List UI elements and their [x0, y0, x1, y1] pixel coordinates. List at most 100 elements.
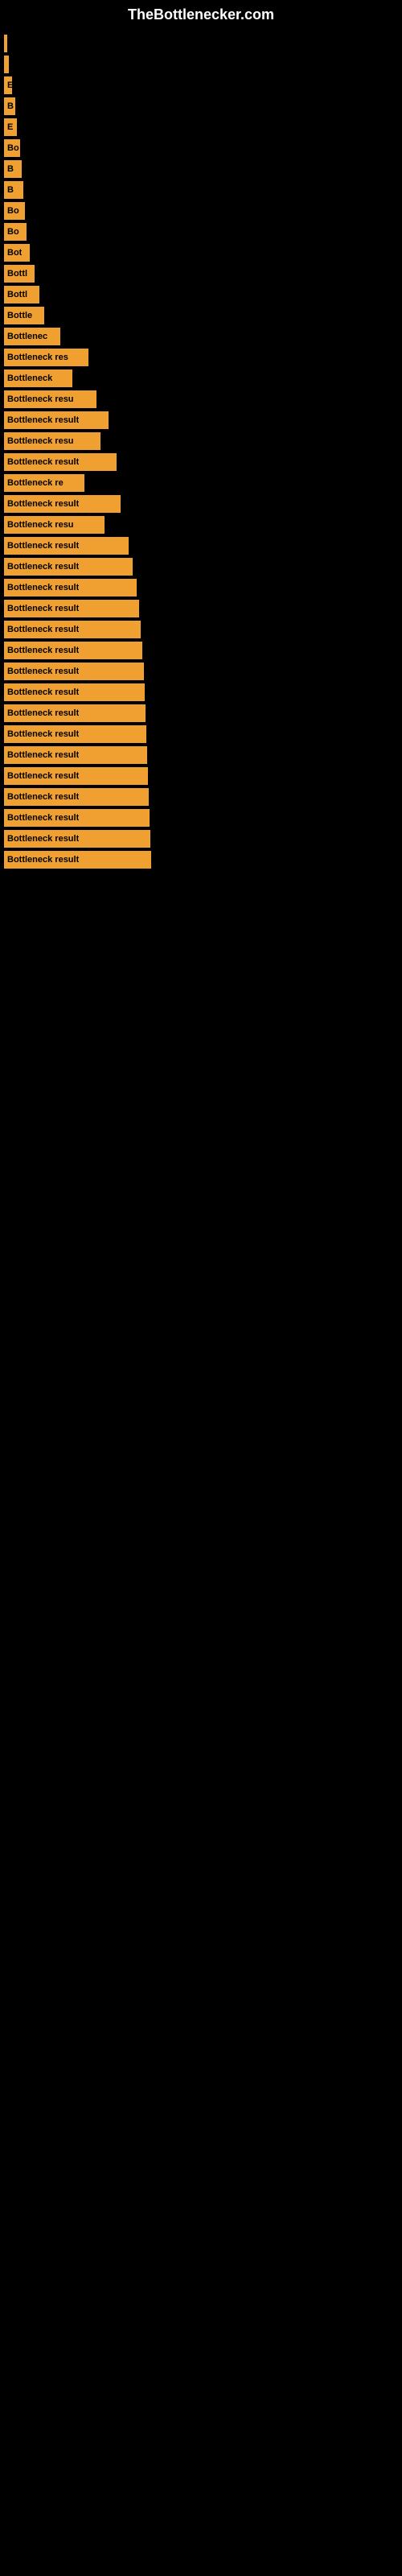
bar-label: Bottleneck result: [7, 687, 79, 697]
bar: Bottle: [4, 307, 44, 324]
bar-row: Bottleneck result: [4, 600, 402, 617]
bar: Bo: [4, 223, 27, 241]
bar: Bottleneck result: [4, 683, 145, 701]
bar-label: Bottleneck result: [7, 750, 79, 760]
bar-label: Bottleneck res: [7, 353, 68, 362]
bar-row: E: [4, 76, 402, 94]
bar-row: Bottleneck result: [4, 453, 402, 471]
bar-row: Bottlenec: [4, 328, 402, 345]
bar-label: Bottleneck result: [7, 499, 79, 509]
bar: E: [4, 76, 12, 94]
bar-row: E: [4, 118, 402, 136]
bar: Bottl: [4, 286, 39, 303]
bar-label: Bottleneck result: [7, 771, 79, 781]
bar-row: Bottl: [4, 286, 402, 303]
bar: Bottleneck result: [4, 579, 137, 597]
bar-label: Bottleneck result: [7, 583, 79, 592]
bar-label: Bo: [7, 227, 19, 237]
bar: E: [4, 118, 17, 136]
bar-row: Bottleneck: [4, 369, 402, 387]
bar-label: Bottleneck resu: [7, 520, 74, 530]
bar: Bottleneck result: [4, 537, 129, 555]
bar: [4, 56, 9, 73]
bar-row: Bottleneck result: [4, 558, 402, 576]
bar-label: Bottleneck result: [7, 604, 79, 613]
bar: Bo: [4, 202, 25, 220]
bar: Bottleneck result: [4, 809, 150, 827]
bar-label: Bottleneck: [7, 374, 52, 383]
bar-row: Bottleneck resu: [4, 516, 402, 534]
bar: Bottleneck result: [4, 453, 117, 471]
bar-row: Bottleneck resu: [4, 432, 402, 450]
bar-row: [4, 56, 402, 73]
bar-row: Bottle: [4, 307, 402, 324]
bar: B: [4, 181, 23, 199]
bar-row: Bottleneck result: [4, 621, 402, 638]
bar: Bottleneck result: [4, 411, 109, 429]
bar: Bo: [4, 139, 20, 157]
bar: Bottleneck result: [4, 600, 139, 617]
bar-row: Bottleneck result: [4, 495, 402, 513]
bar: Bottleneck re: [4, 474, 84, 492]
bar-row: B: [4, 97, 402, 115]
bar-row: Bottleneck result: [4, 725, 402, 743]
site-title: TheBottlenecker.com: [0, 0, 402, 27]
bar-label: Bottl: [7, 290, 27, 299]
bar-row: Bottleneck result: [4, 642, 402, 659]
bar-row: Bottl: [4, 265, 402, 283]
bar: Bot: [4, 244, 30, 262]
bar-row: Bottleneck re: [4, 474, 402, 492]
bar: Bottleneck resu: [4, 390, 96, 408]
bar-row: Bottleneck result: [4, 704, 402, 722]
bar-label: B: [7, 101, 14, 111]
bar-label: E: [7, 80, 12, 90]
bar-label: B: [7, 185, 14, 195]
bar: Bottleneck result: [4, 851, 151, 869]
bar-label: Bottlenec: [7, 332, 47, 341]
bar: Bottlenec: [4, 328, 60, 345]
bar: Bottleneck result: [4, 830, 150, 848]
bar-row: Bottleneck result: [4, 579, 402, 597]
bar-label: Bottleneck result: [7, 541, 79, 551]
bar-label: Bottleneck result: [7, 625, 79, 634]
bar-label: Bottleneck resu: [7, 436, 74, 446]
bar-row: Bo: [4, 139, 402, 157]
bar-label: Bot: [7, 248, 22, 258]
bar: Bottleneck res: [4, 349, 88, 366]
bar-row: B: [4, 181, 402, 199]
bar: Bottleneck result: [4, 558, 133, 576]
bar-label: Bottleneck result: [7, 813, 79, 823]
bar: Bottleneck resu: [4, 516, 105, 534]
bar-label: Bottleneck result: [7, 457, 79, 467]
bar-row: Bottleneck result: [4, 663, 402, 680]
bar-row: Bottleneck result: [4, 683, 402, 701]
bar-row: Bottleneck result: [4, 851, 402, 869]
bar-row: Bottleneck result: [4, 411, 402, 429]
bar-label: Bottleneck result: [7, 855, 79, 865]
bar: Bottleneck result: [4, 746, 147, 764]
bar: Bottleneck result: [4, 621, 141, 638]
bar-row: Bottleneck result: [4, 767, 402, 785]
bar-row: B: [4, 160, 402, 178]
bar-row: Bottleneck result: [4, 537, 402, 555]
bar: Bottleneck result: [4, 725, 146, 743]
bar-label: Bottleneck result: [7, 667, 79, 676]
bar: B: [4, 97, 15, 115]
bar-row: Bottleneck result: [4, 788, 402, 806]
bars-container: EBEBoBBBoBoBotBottlBottlBottleBottlenecB…: [0, 27, 402, 869]
bar: Bottleneck resu: [4, 432, 100, 450]
bar: Bottl: [4, 265, 35, 283]
bar-label: Bottleneck resu: [7, 394, 74, 404]
bar-label: Bottle: [7, 311, 32, 320]
bar-label: Bo: [7, 206, 19, 216]
bar-label: Bo: [7, 143, 19, 153]
bar-row: Bottleneck result: [4, 746, 402, 764]
bar-row: Bot: [4, 244, 402, 262]
bar: Bottleneck result: [4, 495, 121, 513]
bar-row: Bottleneck result: [4, 809, 402, 827]
bar: Bottleneck result: [4, 788, 149, 806]
bar-label: Bottl: [7, 269, 27, 279]
bar-label: B: [7, 164, 14, 174]
bar: Bottleneck result: [4, 642, 142, 659]
bar-row: Bottleneck resu: [4, 390, 402, 408]
